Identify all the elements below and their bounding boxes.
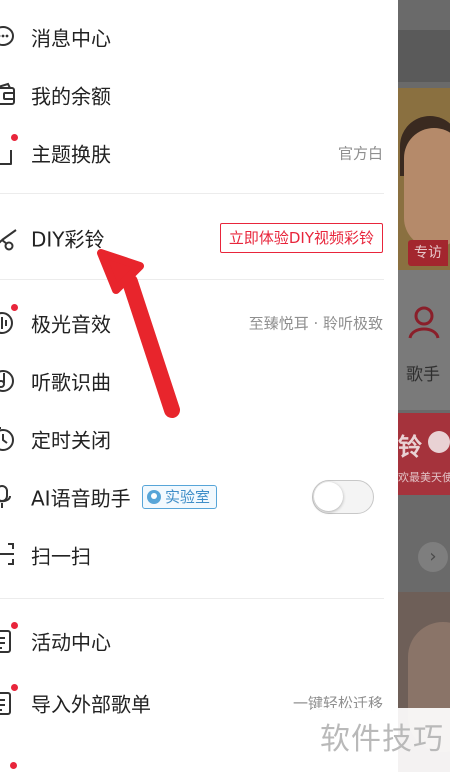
watermark-text: 软件技巧: [320, 722, 444, 757]
menu-item-label: 极光音效: [31, 312, 111, 337]
menu-item-label: 活动中心: [31, 630, 111, 655]
tshirt-icon: [0, 139, 18, 167]
menu-item-sleep-timer[interactable]: 定时关闭: [0, 410, 398, 468]
chat-bubble-icon: [0, 23, 18, 51]
microphone-icon: [0, 483, 18, 511]
menu-item-label: 我的余额: [31, 84, 111, 109]
chevron-right-icon: ›: [418, 542, 448, 572]
notification-dot: [11, 684, 18, 691]
menu-item-diy-ringtone[interactable]: DIY彩铃 立即体验DIY视频彩铃: [0, 209, 398, 267]
wallet-icon: [0, 81, 18, 109]
background-app: 专访 歌手 铃 欢最美天使 ›: [398, 0, 450, 772]
section-divider: [0, 279, 384, 280]
sound-effect-value: 至臻悦耳 · 聆听极致: [248, 314, 383, 333]
ai-voice-toggle[interactable]: [312, 480, 374, 514]
menu-item-messages[interactable]: 消息中心: [0, 8, 398, 66]
ringtone-promo-banner: 铃 欢最美天使: [398, 413, 450, 495]
lab-badge: 实验室: [142, 485, 218, 509]
side-drawer-menu: 消息中心 我的余额 主题换肤 官方白 DIY彩铃 立即体验DIY视频彩铃 极光音…: [0, 0, 398, 772]
menu-item-scan[interactable]: 扫一扫: [0, 526, 398, 584]
menu-item-label: 定时关闭: [31, 428, 111, 453]
menu-item-label: 扫一扫: [31, 544, 91, 569]
notification-dot: [11, 622, 18, 629]
singer-label: 歌手: [406, 365, 440, 385]
toggle-knob: [314, 482, 343, 511]
interview-tag: 专访: [408, 240, 448, 266]
singer-icon: [408, 306, 440, 339]
import-list-icon: [0, 689, 18, 717]
event-list-icon: [0, 627, 18, 655]
notification-dot: [11, 304, 18, 311]
menu-item-balance[interactable]: 我的余额: [0, 66, 398, 124]
menu-item-label: DIY彩铃: [31, 227, 105, 252]
menu-item-events[interactable]: 活动中心: [0, 612, 398, 670]
notification-dot: [10, 762, 17, 769]
menu-item-theme[interactable]: 主题换肤 官方白: [0, 124, 398, 182]
timer-icon: [0, 425, 18, 453]
menu-item-label: 消息中心: [31, 26, 111, 51]
current-theme-value: 官方白: [337, 144, 383, 163]
lab-icon: [147, 490, 161, 504]
menu-item-label: AI语音助手: [31, 486, 131, 511]
menu-item-ai-voice-assistant[interactable]: AI语音助手 实验室: [0, 468, 398, 526]
section-divider: [0, 193, 384, 194]
notification-dot: [11, 134, 18, 141]
category-area: [398, 270, 450, 410]
menu-item-song-recognition[interactable]: 听歌识曲: [0, 352, 398, 410]
scissors-icon: [0, 224, 18, 252]
section-divider: [0, 598, 384, 599]
sound-effect-icon: [0, 309, 18, 337]
menu-item-label: 导入外部歌单: [31, 692, 151, 717]
background-top-bar: [398, 30, 450, 82]
music-recognize-icon: [0, 367, 18, 395]
menu-item-label: 主题换肤: [31, 142, 111, 167]
menu-item-aurora-sound[interactable]: 极光音效 至臻悦耳 · 聆听极致: [0, 294, 398, 352]
try-diy-video-ringtone-button[interactable]: 立即体验DIY视频彩铃: [219, 223, 383, 253]
menu-item-label: 听歌识曲: [31, 370, 111, 395]
scan-icon: [0, 541, 18, 569]
play-icon: [428, 431, 450, 453]
